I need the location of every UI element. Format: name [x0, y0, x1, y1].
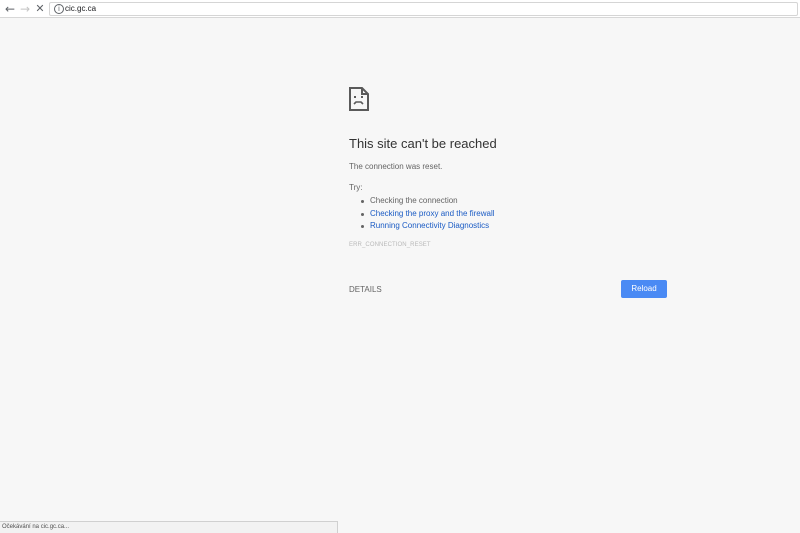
error-code: ERR_CONNECTION_RESET — [349, 242, 431, 248]
suggestion-list: Checking the connection Checking the pro… — [361, 195, 495, 233]
reload-button[interactable]: Reload — [621, 280, 667, 298]
suggestion-check-connection: Checking the connection — [361, 195, 495, 208]
info-icon[interactable]: i — [54, 4, 64, 14]
back-icon[interactable]: ← — [3, 2, 17, 16]
suggestion-check-proxy-link[interactable]: Checking the proxy and the firewall — [361, 208, 495, 221]
details-button[interactable]: DETAILS — [349, 285, 382, 295]
stop-icon[interactable]: ✕ — [33, 2, 47, 16]
url-text[interactable]: cic.gc.ca — [65, 3, 96, 15]
error-description: The connection was reset. — [349, 162, 443, 171]
suggestion-run-diagnostics-link[interactable]: Running Connectivity Diagnostics — [361, 220, 495, 233]
sad-document-icon — [349, 87, 369, 111]
page-title: This site can't be reached — [349, 136, 497, 151]
forward-icon[interactable]: → — [18, 2, 32, 16]
status-bar: Očekávání na cic.gc.ca... — [0, 521, 338, 533]
try-label: Try: — [349, 183, 363, 192]
address-bar[interactable]: i cic.gc.ca — [49, 2, 798, 16]
browser-toolbar: ← → ✕ i cic.gc.ca — [0, 0, 800, 18]
